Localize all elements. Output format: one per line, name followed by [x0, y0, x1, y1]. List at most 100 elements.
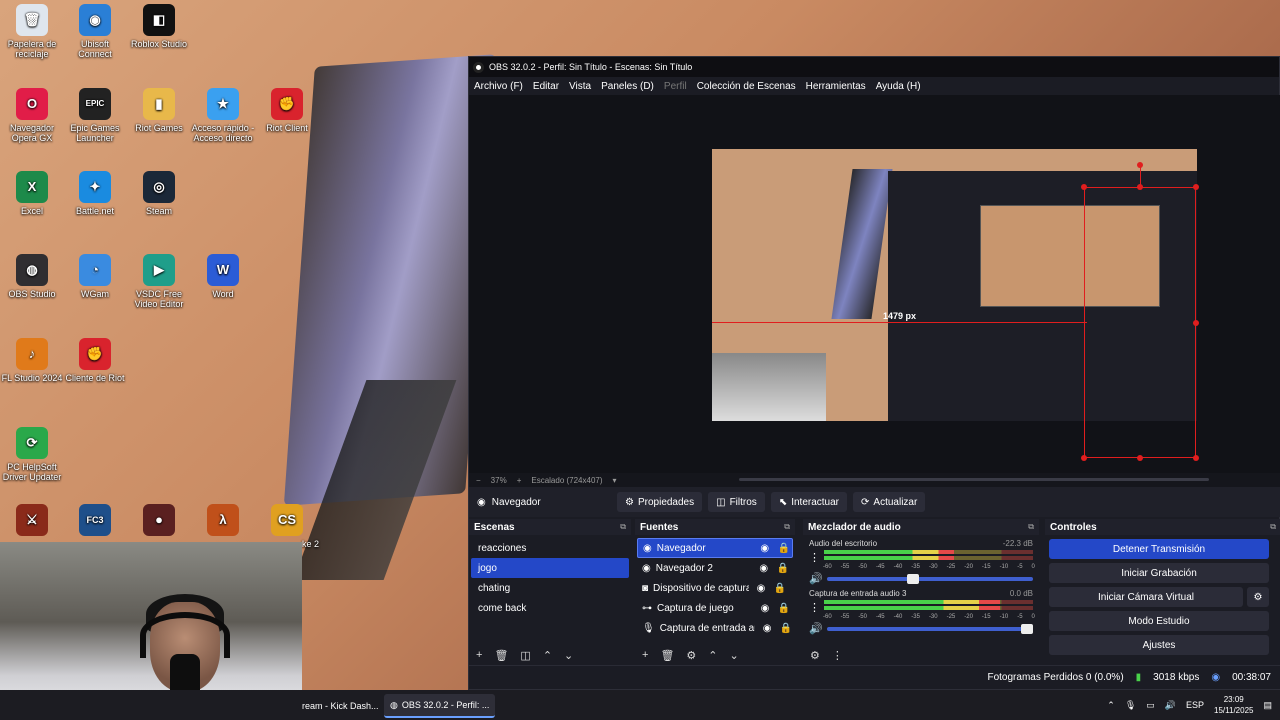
eye-icon[interactable]: ◉ [758, 543, 772, 554]
menu-item[interactable]: Herramientas [806, 81, 866, 92]
slider-knob[interactable] [1020, 623, 1033, 634]
microphone-icon[interactable]: 🎙 [1125, 700, 1136, 711]
title-bar[interactable]: OBS 32.0.2 - Perfil: Sin Título - Escena… [469, 57, 1279, 77]
control-button[interactable]: Ajustes [1049, 635, 1269, 655]
lock-icon[interactable]: 🔒 [777, 543, 791, 554]
desktop-icon[interactable]: ⚔ [0, 504, 64, 539]
language-indicator[interactable]: ESP [1186, 700, 1204, 710]
lock-icon[interactable]: 🔒 [777, 603, 791, 614]
volume-slider[interactable] [826, 573, 1033, 584]
scene-item[interactable]: come back [471, 598, 629, 618]
eye-icon[interactable]: ◉ [754, 583, 768, 594]
speaker-icon[interactable]: 🔊 [809, 572, 823, 585]
volume-icon[interactable]: 🔊 [1165, 700, 1176, 711]
menu-item[interactable]: Ayuda (H) [876, 81, 921, 92]
move-down-button[interactable]: ⌄ [730, 649, 739, 662]
source-item[interactable]: 🎙 Captura de entrada audio ◉ 🔒 [637, 618, 793, 638]
desktop-icon[interactable]: W Word [191, 254, 255, 299]
advanced-audio-icon[interactable]: ⚙ [810, 649, 820, 662]
resize-handle-tr[interactable] [1193, 184, 1199, 190]
undock-icon[interactable]: ⧉ [1270, 522, 1276, 532]
control-button[interactable]: Detener Transmisión [1049, 539, 1269, 559]
mixer-menu-icon[interactable]: ⋮ [832, 649, 843, 662]
resize-handle-bl[interactable] [1081, 455, 1087, 461]
remove-source-button[interactable]: 🗑 [660, 649, 674, 662]
desktop-icon[interactable]: FC3 [63, 504, 127, 539]
control-button[interactable]: Iniciar Cámara Virtual [1049, 587, 1243, 607]
channel-menu-icon[interactable]: ⋮ [809, 551, 820, 564]
lock-icon[interactable]: 🔒 [773, 583, 787, 594]
desktop-icon[interactable]: ✊ Cliente de Riot [63, 338, 127, 383]
eye-icon[interactable]: ◉ [760, 623, 774, 634]
resize-handle-b[interactable] [1137, 455, 1143, 461]
add-source-button[interactable]: + [642, 649, 648, 661]
zoom-out-button[interactable]: − [476, 476, 481, 485]
scene-filters-button[interactable]: ◫ [520, 649, 530, 662]
network-icon[interactable]: ▭ [1146, 700, 1155, 711]
control-button[interactable]: Iniciar Grabación [1049, 563, 1269, 583]
lock-icon[interactable]: 🔒 [779, 623, 793, 634]
move-up-button[interactable]: ⌃ [708, 649, 717, 662]
scene-item[interactable]: jogo [471, 558, 629, 578]
undock-icon[interactable]: ⧉ [1028, 522, 1034, 532]
desktop-icon[interactable]: ● [127, 504, 191, 539]
resize-handle-br[interactable] [1193, 455, 1199, 461]
resize-handle-r[interactable] [1193, 320, 1199, 326]
desktop-icon[interactable]: X Excel [0, 171, 64, 216]
desktop-icon[interactable]: ✦ Battle.net [63, 171, 127, 216]
move-up-button[interactable]: ⌃ [543, 649, 552, 662]
source-item[interactable]: ⊶ Captura de juego ◉ 🔒 [637, 598, 793, 618]
desktop-icon[interactable]: ◎ Steam [127, 171, 191, 216]
control-button[interactable]: Modo Estudio [1049, 611, 1269, 631]
desktop-icon[interactable]: ★ Acceso rápido - Acceso directo [191, 88, 255, 143]
notification-icon[interactable]: ▤ [1263, 700, 1272, 711]
eye-icon[interactable]: ◉ [758, 603, 772, 614]
volume-slider[interactable] [826, 623, 1033, 634]
desktop-icon[interactable]: ◍ OBS Studio [0, 254, 64, 299]
desktop-icon[interactable]: ♪ FL Studio 2024 [0, 338, 64, 383]
cursor-button[interactable]: ⬉ Interactuar [770, 492, 848, 512]
preview-scrollbar[interactable] [739, 478, 1209, 481]
move-down-button[interactable]: ⌄ [564, 649, 573, 662]
eye-icon[interactable]: ◉ [757, 563, 771, 574]
source-item[interactable]: ◙ Dispositivo de captura de video ◉ 🔒 [637, 578, 793, 598]
menu-item[interactable]: Editar [533, 81, 559, 92]
refresh-button[interactable]: ⟳ Actualizar [853, 492, 926, 512]
preview-area[interactable]: 1479 px [469, 95, 1280, 473]
menu-item[interactable]: Vista [569, 81, 591, 92]
scene-item[interactable]: reacciones [471, 538, 629, 558]
chevron-down-icon[interactable]: ▾ [613, 476, 617, 485]
menu-item[interactable]: Perfil [664, 81, 687, 92]
undock-icon[interactable]: ⧉ [784, 522, 790, 532]
rotation-handle[interactable] [1137, 162, 1143, 168]
lock-icon[interactable]: 🔒 [776, 563, 790, 574]
clock[interactable]: 23:09 15/11/2025 [1214, 694, 1253, 716]
desktop-icon[interactable]: ✊ Riot Client [255, 88, 319, 133]
scene-item[interactable]: chating [471, 578, 629, 598]
gear-icon[interactable]: ⚙ [1247, 587, 1269, 607]
gear-button[interactable]: ⚙ Propiedades [617, 492, 703, 512]
desktop-icon[interactable]: ◉ Ubisoft Connect [63, 4, 127, 59]
add-scene-button[interactable]: + [476, 649, 482, 661]
menu-item[interactable]: Archivo (F) [474, 81, 523, 92]
desktop-icon[interactable]: ⟳ PC HelpSoft Driver Updater [0, 427, 64, 482]
desktop-icon[interactable]: 🗑 Papelera de reciclaje [0, 4, 64, 59]
desktop-icon[interactable]: ◧ Roblox Studio [127, 4, 191, 49]
desktop-icon[interactable]: ◔ WGam [63, 254, 127, 299]
taskbar-item[interactable]: ◍ OBS 32.0.2 - Perfil: ... [384, 694, 496, 718]
channel-menu-icon[interactable]: ⋮ [809, 601, 820, 614]
desktop-icon[interactable]: EPIC Epic Games Launcher [63, 88, 127, 143]
chevron-up-icon[interactable]: ⌃ [1107, 700, 1115, 711]
speaker-icon[interactable]: 🔊 [809, 622, 823, 635]
zoom-in-button[interactable]: + [517, 476, 522, 485]
resize-handle-t[interactable] [1137, 184, 1143, 190]
undock-icon[interactable]: ⧉ [620, 522, 626, 532]
resize-handle-tl[interactable] [1081, 184, 1087, 190]
slider-knob[interactable] [907, 573, 920, 584]
desktop-icon[interactable]: ▮ Riot Games [127, 88, 191, 133]
menu-item[interactable]: Paneles (D) [601, 81, 654, 92]
taskbar-item[interactable]: ream - Kick Dash... [296, 694, 385, 718]
menu-item[interactable]: Colección de Escenas [697, 81, 796, 92]
remove-scene-button[interactable]: 🗑 [494, 649, 508, 662]
source-item[interactable]: ◉ Navegador ◉ 🔒 [637, 538, 793, 558]
